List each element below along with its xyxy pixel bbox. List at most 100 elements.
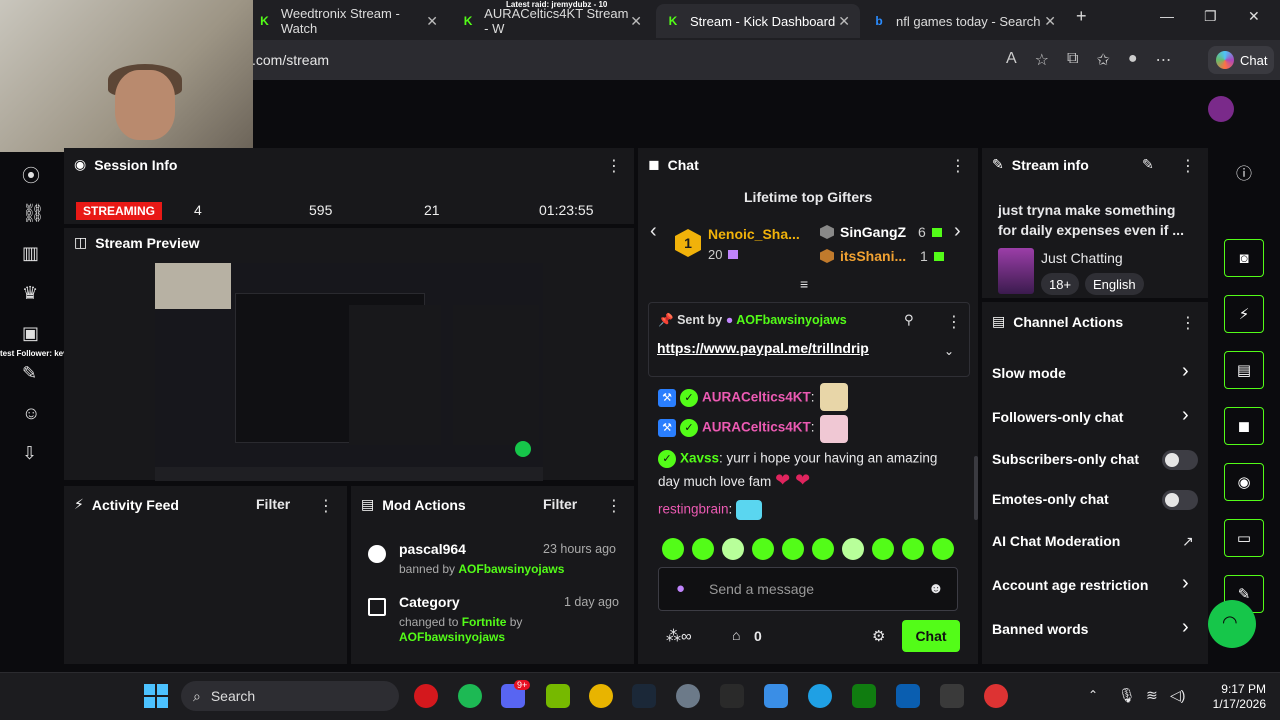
favorite-star-icon[interactable]: ☆	[1035, 50, 1049, 70]
tray-chevron-icon[interactable]: ⌃	[1088, 688, 1098, 702]
chevron-right-icon[interactable]: ›	[1182, 572, 1189, 595]
user-avatar[interactable]	[1208, 96, 1234, 122]
emote-quick-icon[interactable]	[662, 538, 684, 560]
microphone-icon[interactable]: 🎙	[1118, 687, 1136, 704]
pinned-sender[interactable]: AOFbawsinyojaws	[736, 313, 846, 327]
emote-quick-icon[interactable]	[932, 538, 954, 560]
rail-stream-info-button[interactable]: ▭	[1224, 519, 1264, 557]
emotes-only-toggle[interactable]	[1162, 490, 1198, 510]
new-tab-button[interactable]: +	[1076, 6, 1087, 27]
favorites-icon[interactable]: ✩	[1096, 50, 1109, 70]
obs-icon[interactable]	[984, 684, 1008, 708]
emote-quick-icon[interactable]	[782, 538, 804, 560]
window-close-button[interactable]: ✕	[1248, 8, 1260, 25]
channel-points-icon[interactable]: ⁂∞	[666, 627, 692, 645]
emote-quick-icon[interactable]	[692, 538, 714, 560]
link-icon[interactable]: ⛓	[22, 203, 45, 224]
emote-quick-icon[interactable]	[842, 538, 864, 560]
session-info-menu-button[interactable]: ⋮	[606, 156, 622, 176]
chevron-right-icon[interactable]: ›	[1182, 616, 1189, 639]
wrench-icon[interactable]: ✎	[22, 363, 37, 384]
settings-icon[interactable]	[676, 684, 700, 708]
rail-session-button[interactable]: ◉	[1224, 463, 1264, 501]
action-banned-words[interactable]: Banned words	[992, 621, 1088, 637]
rail-activity-button[interactable]: ⚡	[1224, 295, 1264, 333]
mod-entry-by[interactable]: AOFbawsinyojaws	[399, 630, 505, 644]
emote-quick-icon[interactable]	[872, 538, 894, 560]
epic-games-icon[interactable]	[720, 684, 744, 708]
tab-nfl-search[interactable]: b nfl games today - Search ✕	[862, 4, 1066, 38]
close-icon[interactable]: ✕	[838, 13, 850, 30]
chat-scrollbar[interactable]	[974, 456, 978, 520]
chat-username[interactable]: Xavss	[680, 451, 719, 466]
collapse-gifters-icon[interactable]: ≡	[800, 276, 808, 292]
chat-username[interactable]: AURACeltics4KT	[702, 420, 811, 435]
action-ai-moderation[interactable]: AI Chat Moderation	[992, 533, 1120, 549]
xbox-icon[interactable]	[852, 684, 876, 708]
minimize-button[interactable]: —	[1160, 8, 1174, 24]
volume-icon[interactable]: ◁)	[1170, 687, 1185, 704]
address-bar-url[interactable]: .com/stream	[252, 52, 329, 68]
stream-info-menu-button[interactable]: ⋮	[1180, 156, 1196, 176]
mic-icon[interactable]: ●	[676, 580, 685, 597]
opera-icon[interactable]	[414, 684, 438, 708]
emoji-picker-icon[interactable]: ☻	[928, 580, 944, 597]
rail-mod-actions-button[interactable]: ▤	[1224, 351, 1264, 389]
action-slow-mode[interactable]: Slow mode	[992, 365, 1066, 381]
rail-preview-button[interactable]: ◙	[1224, 239, 1264, 277]
read-aloud-icon[interactable]: A	[1006, 50, 1017, 70]
spotify-icon[interactable]	[458, 684, 482, 708]
defender-icon[interactable]	[896, 684, 920, 708]
close-icon[interactable]: ✕	[630, 13, 642, 30]
pinned-menu-button[interactable]: ⋮	[946, 312, 962, 332]
gifter-name[interactable]: Nenoic_Sha...	[708, 226, 800, 242]
subscribers-only-toggle[interactable]	[1162, 450, 1198, 470]
copilot-chat-button[interactable]: Chat	[1208, 46, 1274, 74]
nvidia-icon[interactable]	[546, 684, 570, 708]
close-icon[interactable]: ✕	[426, 13, 438, 30]
mod-actions-menu-button[interactable]: ⋮	[606, 496, 622, 516]
pinned-link[interactable]: https://www.paypal.me/trillndrip	[657, 340, 869, 356]
community-icon[interactable]: ☺	[22, 403, 40, 424]
profile-avatar-icon[interactable]: ●	[1128, 50, 1138, 70]
edge-icon[interactable]	[808, 684, 832, 708]
store-icon[interactable]: ⌂	[732, 627, 740, 643]
trophy-icon[interactable]: ♛	[22, 283, 38, 304]
gifter-name[interactable]: SinGangZ	[840, 224, 906, 240]
action-followers-only[interactable]: Followers-only chat	[992, 409, 1123, 425]
close-icon[interactable]: ✕	[1044, 13, 1056, 30]
chat-username[interactable]: restingbrain	[658, 502, 729, 517]
emote-quick-icon[interactable]	[812, 538, 834, 560]
chevron-right-icon[interactable]: ›	[1182, 360, 1189, 383]
upload-icon[interactable]: ⇩	[22, 443, 37, 464]
category-name[interactable]: Just Chatting	[1041, 250, 1123, 266]
mod-entry-by[interactable]: AOFbawsinyojaws	[458, 562, 564, 576]
action-account-age[interactable]: Account age restriction	[992, 577, 1148, 593]
chat-input-placeholder[interactable]: Send a message	[709, 581, 814, 597]
extensions-icon[interactable]: ⧉	[1067, 50, 1078, 70]
video-icon[interactable]: ▣	[22, 323, 39, 344]
chevron-down-icon[interactable]: ⌄	[944, 344, 954, 358]
mod-entry-target[interactable]: Fortnite	[462, 615, 507, 629]
tab-weedtronix[interactable]: K Weedtronix Stream - Watch ✕	[248, 4, 448, 38]
taskbar-search[interactable]: ⌕ Search	[181, 681, 399, 711]
windows-start-icon[interactable]	[144, 684, 168, 708]
steam-icon[interactable]	[632, 684, 656, 708]
activity-feed-filter-button[interactable]: Filter	[256, 496, 290, 512]
external-link-icon[interactable]: ↗	[1182, 533, 1194, 550]
chat-menu-button[interactable]: ⋮	[950, 156, 966, 176]
more-menu-icon[interactable]: ⋯	[1156, 50, 1172, 70]
stream-preview-video[interactable]	[155, 263, 543, 481]
gifter-name[interactable]: itsShani...	[840, 248, 906, 264]
emote-quick-icon[interactable]	[752, 538, 774, 560]
info-icon[interactable]: ⓘ	[1236, 160, 1252, 184]
gifters-prev-button[interactable]: ‹	[650, 220, 657, 243]
chat-send-button[interactable]: Chat	[902, 620, 960, 652]
channel-actions-menu-button[interactable]: ⋮	[1180, 313, 1196, 333]
maximize-button[interactable]: ❐	[1204, 8, 1217, 25]
unpin-button[interactable]: ⚲	[904, 312, 914, 328]
photos-icon[interactable]	[764, 684, 788, 708]
edit-icon[interactable]: ✎	[1142, 156, 1154, 173]
chat-settings-icon[interactable]: ⚙	[872, 627, 885, 645]
taskbar-clock[interactable]: 9:17 PM 1/17/2026	[1196, 682, 1266, 712]
